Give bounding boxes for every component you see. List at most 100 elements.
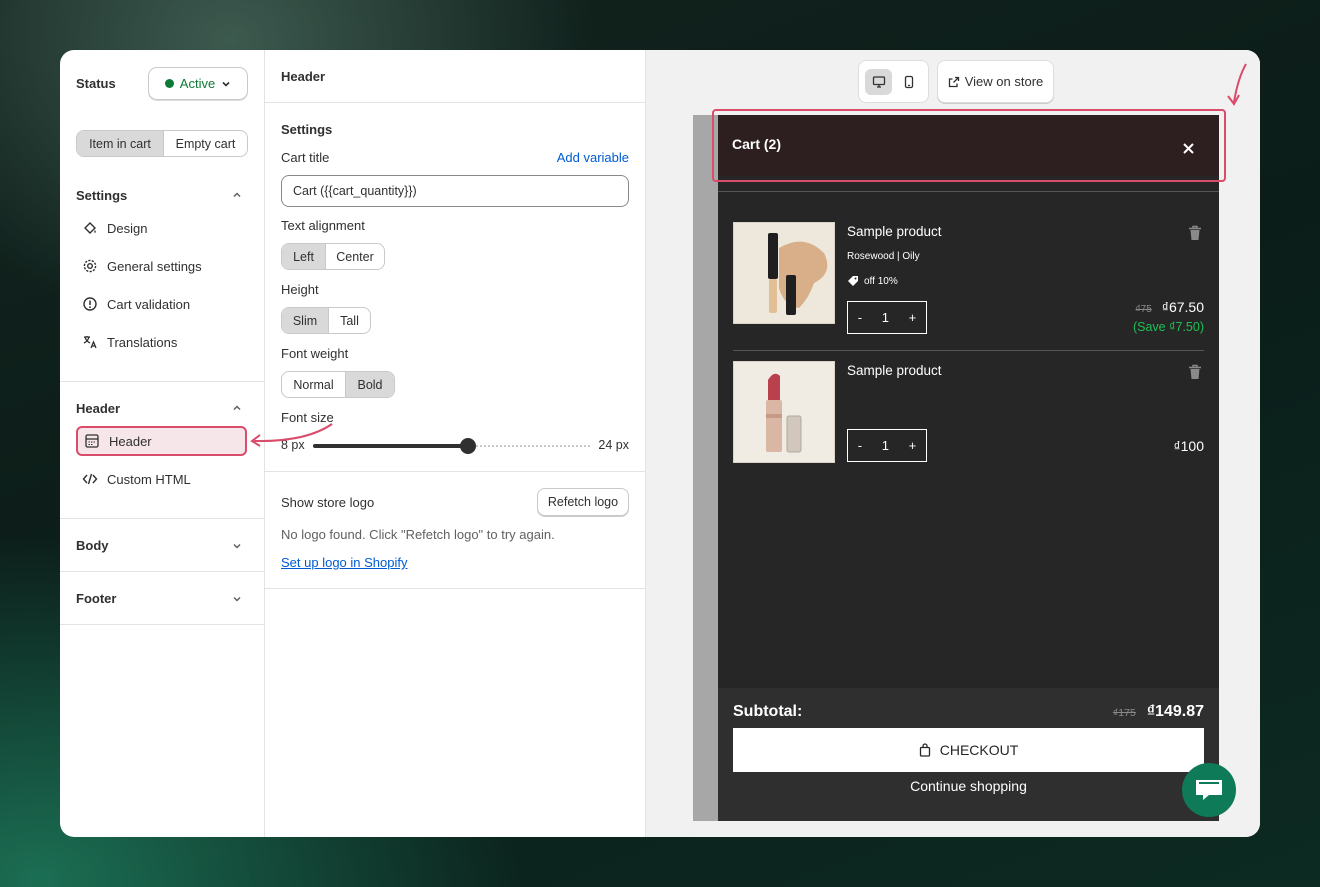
add-variable-link[interactable]: Add variable bbox=[557, 150, 629, 165]
option-left[interactable]: Left bbox=[282, 244, 326, 269]
nav-label: Cart validation bbox=[107, 296, 191, 312]
checkout-button[interactable]: CHECKOUT bbox=[733, 728, 1204, 772]
qty-plus[interactable]: + bbox=[909, 310, 917, 325]
option-center[interactable]: Center bbox=[326, 244, 384, 269]
quantity-stepper[interactable]: - 1 + bbox=[847, 429, 927, 462]
divider bbox=[60, 624, 265, 625]
product-variant: Rosewood | Oily bbox=[847, 251, 920, 262]
nav-item-translations[interactable]: Translations bbox=[82, 334, 177, 350]
status-dropdown[interactable]: Active bbox=[148, 67, 248, 100]
paint-bucket-icon bbox=[84, 222, 96, 234]
active-dot-icon bbox=[164, 79, 174, 88]
view-on-store-button[interactable]: View on store bbox=[937, 60, 1054, 103]
divider bbox=[265, 471, 646, 472]
tab-empty-cart[interactable]: Empty cart bbox=[164, 131, 247, 156]
nav-item-cart-validation[interactable]: Cart validation bbox=[82, 296, 190, 312]
subtotal-old: ₫175 bbox=[1112, 707, 1136, 719]
option-tall[interactable]: Tall bbox=[329, 308, 370, 333]
code-icon bbox=[82, 473, 98, 485]
divider bbox=[265, 102, 646, 103]
annotation-arrow-icon bbox=[1227, 63, 1247, 106]
show-store-logo-label: Show store logo bbox=[281, 495, 375, 510]
product-name: Sample product bbox=[847, 363, 942, 378]
height-toggle: Slim Tall bbox=[281, 307, 371, 334]
option-bold[interactable]: Bold bbox=[346, 372, 394, 397]
status-value: Active bbox=[179, 76, 216, 91]
nav-item-header[interactable]: Header bbox=[76, 426, 247, 456]
subtotal-value: ₫149.87 bbox=[1146, 703, 1204, 720]
font-weight-toggle: Normal Bold bbox=[281, 371, 395, 398]
annotation-arrow-icon bbox=[250, 423, 333, 447]
qty-plus[interactable]: + bbox=[909, 438, 917, 453]
trash-icon[interactable] bbox=[1187, 225, 1203, 241]
font-size-slider[interactable] bbox=[313, 438, 590, 454]
divider bbox=[60, 381, 265, 382]
cart-title-label: Cart title bbox=[281, 150, 330, 165]
price: ₫67.50 bbox=[1161, 299, 1204, 315]
text-alignment-label: Text alignment bbox=[281, 218, 365, 233]
app-window: Status Active Item in cart Empty cart Se… bbox=[60, 50, 1260, 837]
page-backdrop bbox=[693, 115, 718, 821]
device-switcher bbox=[858, 60, 929, 103]
tab-item-in-cart[interactable]: Item in cart bbox=[77, 131, 164, 156]
font-weight-label: Font weight bbox=[281, 346, 349, 361]
nav-label: Header bbox=[109, 433, 152, 449]
chevron-up-icon[interactable] bbox=[232, 403, 242, 413]
nav-label: General settings bbox=[107, 258, 202, 274]
divider bbox=[733, 350, 1204, 351]
chevron-down-icon bbox=[222, 81, 230, 87]
body-section-title[interactable]: Body bbox=[76, 538, 109, 553]
checkout-label: CHECKOUT bbox=[939, 742, 1019, 758]
height-label: Height bbox=[281, 282, 319, 297]
nav-item-general-settings[interactable]: General settings bbox=[82, 258, 202, 274]
qty-minus[interactable]: - bbox=[858, 438, 862, 453]
trash-icon[interactable] bbox=[1187, 364, 1203, 380]
shopping-bag-icon bbox=[919, 743, 930, 757]
external-link-icon bbox=[948, 76, 959, 87]
chat-button[interactable] bbox=[1182, 763, 1236, 817]
price-group: ₫75 ₫67.50 bbox=[1136, 299, 1204, 315]
chevron-up-icon[interactable] bbox=[232, 190, 242, 200]
subtotal-label: Subtotal: bbox=[733, 703, 803, 720]
nav-label: Translations bbox=[107, 334, 178, 350]
mobile-icon bbox=[904, 75, 913, 88]
cart-title-input[interactable]: Cart ({{cart_quantity}}) bbox=[281, 175, 629, 207]
qty-value: 1 bbox=[881, 310, 889, 325]
nav-item-design[interactable]: Design bbox=[82, 220, 147, 236]
divider bbox=[60, 518, 265, 519]
nav-item-custom-html[interactable]: Custom HTML bbox=[82, 471, 191, 487]
setup-logo-link[interactable]: Set up logo in Shopify bbox=[281, 555, 407, 570]
mobile-view-button[interactable] bbox=[895, 69, 922, 95]
preview-area: View on store Cart (2) Sample product Ro… bbox=[646, 50, 1260, 837]
option-slim[interactable]: Slim bbox=[282, 308, 329, 333]
refetch-logo-button[interactable]: Refetch logo bbox=[537, 488, 629, 516]
nav-label: Design bbox=[107, 220, 148, 236]
chevron-down-icon[interactable] bbox=[232, 541, 242, 551]
gear-icon bbox=[83, 259, 97, 273]
slider-thumb[interactable] bbox=[460, 438, 477, 454]
desktop-view-button[interactable] bbox=[865, 68, 892, 95]
product-image bbox=[733, 361, 835, 463]
chevron-down-icon[interactable] bbox=[232, 594, 242, 604]
quantity-stepper[interactable]: - 1 + bbox=[847, 301, 927, 334]
left-sidebar: Status Active Item in cart Empty cart Se… bbox=[60, 50, 265, 837]
view-on-store-label: View on store bbox=[964, 74, 1044, 89]
divider bbox=[60, 571, 265, 572]
divider bbox=[265, 588, 646, 589]
no-logo-text: No logo found. Click "Refetch logo" to t… bbox=[281, 527, 555, 542]
continue-shopping-link[interactable]: Continue shopping bbox=[718, 778, 1219, 794]
settings-title: Settings bbox=[281, 122, 333, 137]
divider bbox=[718, 191, 1219, 192]
lipstick-image bbox=[734, 362, 834, 462]
price: ₫100 bbox=[1173, 438, 1204, 454]
product-name: Sample product bbox=[847, 224, 942, 239]
discount-tag: off 10% bbox=[847, 275, 898, 287]
text-alignment-toggle: Left Center bbox=[281, 243, 385, 270]
concealer-image bbox=[734, 223, 834, 323]
alert-circle-icon bbox=[83, 297, 97, 311]
chat-icon bbox=[1196, 780, 1222, 800]
discount-label: off 10% bbox=[864, 275, 898, 287]
qty-minus[interactable]: - bbox=[858, 310, 862, 325]
option-normal[interactable]: Normal bbox=[282, 372, 346, 397]
footer-section-title[interactable]: Footer bbox=[76, 591, 116, 606]
